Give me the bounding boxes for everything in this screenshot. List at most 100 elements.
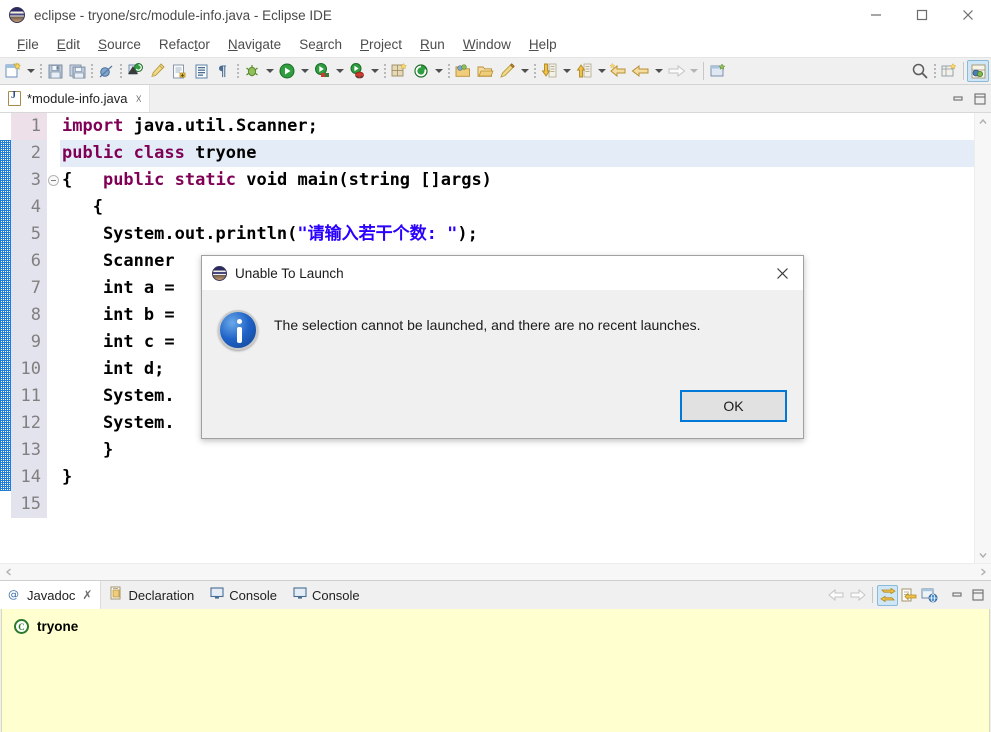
tab-close-icon[interactable]: ☓ bbox=[135, 92, 141, 106]
search-marker-icon[interactable] bbox=[496, 60, 518, 82]
dialog-close-icon[interactable] bbox=[761, 256, 803, 290]
previous-annotation-dropdown-arrow[interactable] bbox=[595, 60, 608, 82]
close-icon[interactable] bbox=[945, 0, 991, 31]
line-number: 3 bbox=[11, 167, 59, 194]
line-number: 5 bbox=[11, 221, 47, 248]
back-dropdown-arrow[interactable] bbox=[652, 60, 665, 82]
unable-to-launch-dialog[interactable]: Unable To Launch The selection cannot be… bbox=[201, 255, 804, 439]
tab-close-icon[interactable]: ✗ bbox=[82, 588, 92, 602]
maximize-view-icon[interactable] bbox=[967, 585, 988, 606]
scroll-up-icon[interactable] bbox=[978, 113, 988, 130]
menu-edit[interactable]: Edit bbox=[48, 35, 89, 54]
code-line[interactable]: { bbox=[60, 194, 991, 221]
coverage-dropdown-arrow[interactable] bbox=[333, 60, 346, 82]
run-dropdown-arrow[interactable] bbox=[298, 60, 311, 82]
menu-window[interactable]: Window bbox=[454, 35, 520, 54]
back-history-icon[interactable] bbox=[630, 60, 652, 82]
toggle-mark-occurrences-icon[interactable] bbox=[190, 60, 212, 82]
bottom-view-stack: @ Javadoc ✗ Declaration Console Console C try… bbox=[0, 580, 991, 732]
open-perspective-icon[interactable] bbox=[938, 60, 960, 82]
code-line[interactable]: } bbox=[60, 464, 991, 491]
menu-search[interactable]: Search bbox=[290, 35, 351, 54]
editor-horizontal-scrollbar[interactable] bbox=[0, 563, 991, 580]
open-attached-javadoc-icon[interactable] bbox=[898, 585, 919, 606]
editor-tab-module-info[interactable]: *module-info.java ☓ bbox=[0, 85, 150, 112]
code-line[interactable]: System.out.println("请输入若干个数: "); bbox=[60, 221, 991, 248]
open-task-icon[interactable] bbox=[452, 60, 474, 82]
bottom-tab-console[interactable]: Console bbox=[202, 581, 285, 609]
search-icon[interactable] bbox=[909, 60, 931, 82]
debug-dropdown-arrow[interactable] bbox=[263, 60, 276, 82]
forward-nav-icon[interactable] bbox=[847, 585, 868, 606]
menu-help[interactable]: Help bbox=[520, 35, 566, 54]
code-line[interactable]: import java.util.Scanner; bbox=[60, 113, 991, 140]
minimize-icon[interactable] bbox=[853, 0, 899, 31]
new-class-dropdown-arrow[interactable] bbox=[432, 60, 445, 82]
menu-run[interactable]: Run bbox=[411, 35, 454, 54]
maximize-icon[interactable] bbox=[899, 0, 945, 31]
code-line[interactable]: public class tryone bbox=[60, 140, 991, 167]
new-wizard-dropdown-arrow[interactable] bbox=[24, 60, 37, 82]
forward-dropdown-arrow[interactable] bbox=[687, 60, 700, 82]
toggle-breakpoint-icon[interactable] bbox=[95, 60, 117, 82]
ok-button[interactable]: OK bbox=[680, 390, 787, 422]
minimize-view-icon[interactable] bbox=[946, 585, 967, 606]
back-nav-icon[interactable] bbox=[826, 585, 847, 606]
new-class-icon[interactable] bbox=[410, 60, 432, 82]
scroll-down-icon[interactable] bbox=[978, 546, 988, 563]
menu-project[interactable]: Project bbox=[351, 35, 411, 54]
new-package-icon[interactable] bbox=[388, 60, 410, 82]
quick-fix-icon[interactable] bbox=[146, 60, 168, 82]
new-java-file-icon[interactable] bbox=[168, 60, 190, 82]
open-folder-icon[interactable] bbox=[474, 60, 496, 82]
external-tools-icon[interactable] bbox=[346, 60, 368, 82]
editor-change-bar bbox=[0, 113, 11, 563]
editor-tab-label: *module-info.java bbox=[27, 91, 128, 106]
open-type-icon[interactable] bbox=[124, 60, 146, 82]
editor-vertical-scrollbar[interactable] bbox=[974, 113, 991, 563]
bottom-tab-declaration[interactable]: Declaration bbox=[101, 581, 202, 609]
code-token: int a = bbox=[62, 278, 175, 298]
menu-source[interactable]: Source bbox=[89, 35, 150, 54]
code-line[interactable] bbox=[60, 491, 991, 518]
show-whitespace-icon[interactable]: ¶ bbox=[212, 60, 234, 82]
run-icon[interactable] bbox=[276, 60, 298, 82]
back-icon[interactable] bbox=[608, 60, 630, 82]
save-all-icon[interactable] bbox=[66, 60, 88, 82]
toolbar-separator bbox=[234, 60, 241, 82]
open-in-browser-icon[interactable] bbox=[919, 585, 940, 606]
forward-icon[interactable] bbox=[665, 60, 687, 82]
scroll-left-icon[interactable] bbox=[0, 567, 17, 577]
dialog-message: The selection cannot be launched, and th… bbox=[274, 317, 701, 333]
bottom-tab-label: Console bbox=[229, 587, 277, 603]
code-line[interactable]: { public static void main(string []args) bbox=[60, 167, 991, 194]
save-icon[interactable] bbox=[44, 60, 66, 82]
next-annotation-dropdown-arrow[interactable] bbox=[560, 60, 573, 82]
toggle-link-icon[interactable] bbox=[877, 584, 898, 606]
new-wizard-icon[interactable] bbox=[2, 60, 24, 82]
code-line[interactable]: } bbox=[60, 437, 991, 464]
line-number: 7 bbox=[11, 275, 47, 302]
new-editor-icon[interactable] bbox=[707, 60, 729, 82]
code-token: { bbox=[62, 197, 103, 217]
next-annotation-icon[interactable] bbox=[538, 60, 560, 82]
fold-collapse-icon[interactable] bbox=[48, 175, 59, 186]
coverage-icon[interactable] bbox=[311, 60, 333, 82]
bottom-tab-javadoc[interactable]: @ Javadoc ✗ bbox=[0, 581, 102, 609]
bottom-tab-label: Declaration bbox=[128, 587, 195, 603]
minimize-view-icon[interactable] bbox=[951, 92, 965, 106]
menu-refactor[interactable]: Refactor bbox=[150, 35, 219, 54]
maximize-view-icon[interactable] bbox=[973, 92, 987, 106]
bottom-tab-console-2[interactable]: Console bbox=[285, 581, 368, 609]
external-tools-dropdown-arrow[interactable] bbox=[368, 60, 381, 82]
menu-file[interactable]: File bbox=[8, 35, 48, 54]
scroll-right-icon[interactable] bbox=[974, 567, 991, 577]
javadoc-view-content[interactable]: C tryone bbox=[1, 609, 990, 732]
toolbar-separator bbox=[872, 587, 873, 603]
debug-icon[interactable] bbox=[241, 60, 263, 82]
menu-navigate[interactable]: Navigate bbox=[219, 35, 290, 54]
previous-annotation-icon[interactable] bbox=[573, 60, 595, 82]
java-perspective-icon[interactable] bbox=[967, 60, 989, 82]
search-marker-dropdown-arrow[interactable] bbox=[518, 60, 531, 82]
